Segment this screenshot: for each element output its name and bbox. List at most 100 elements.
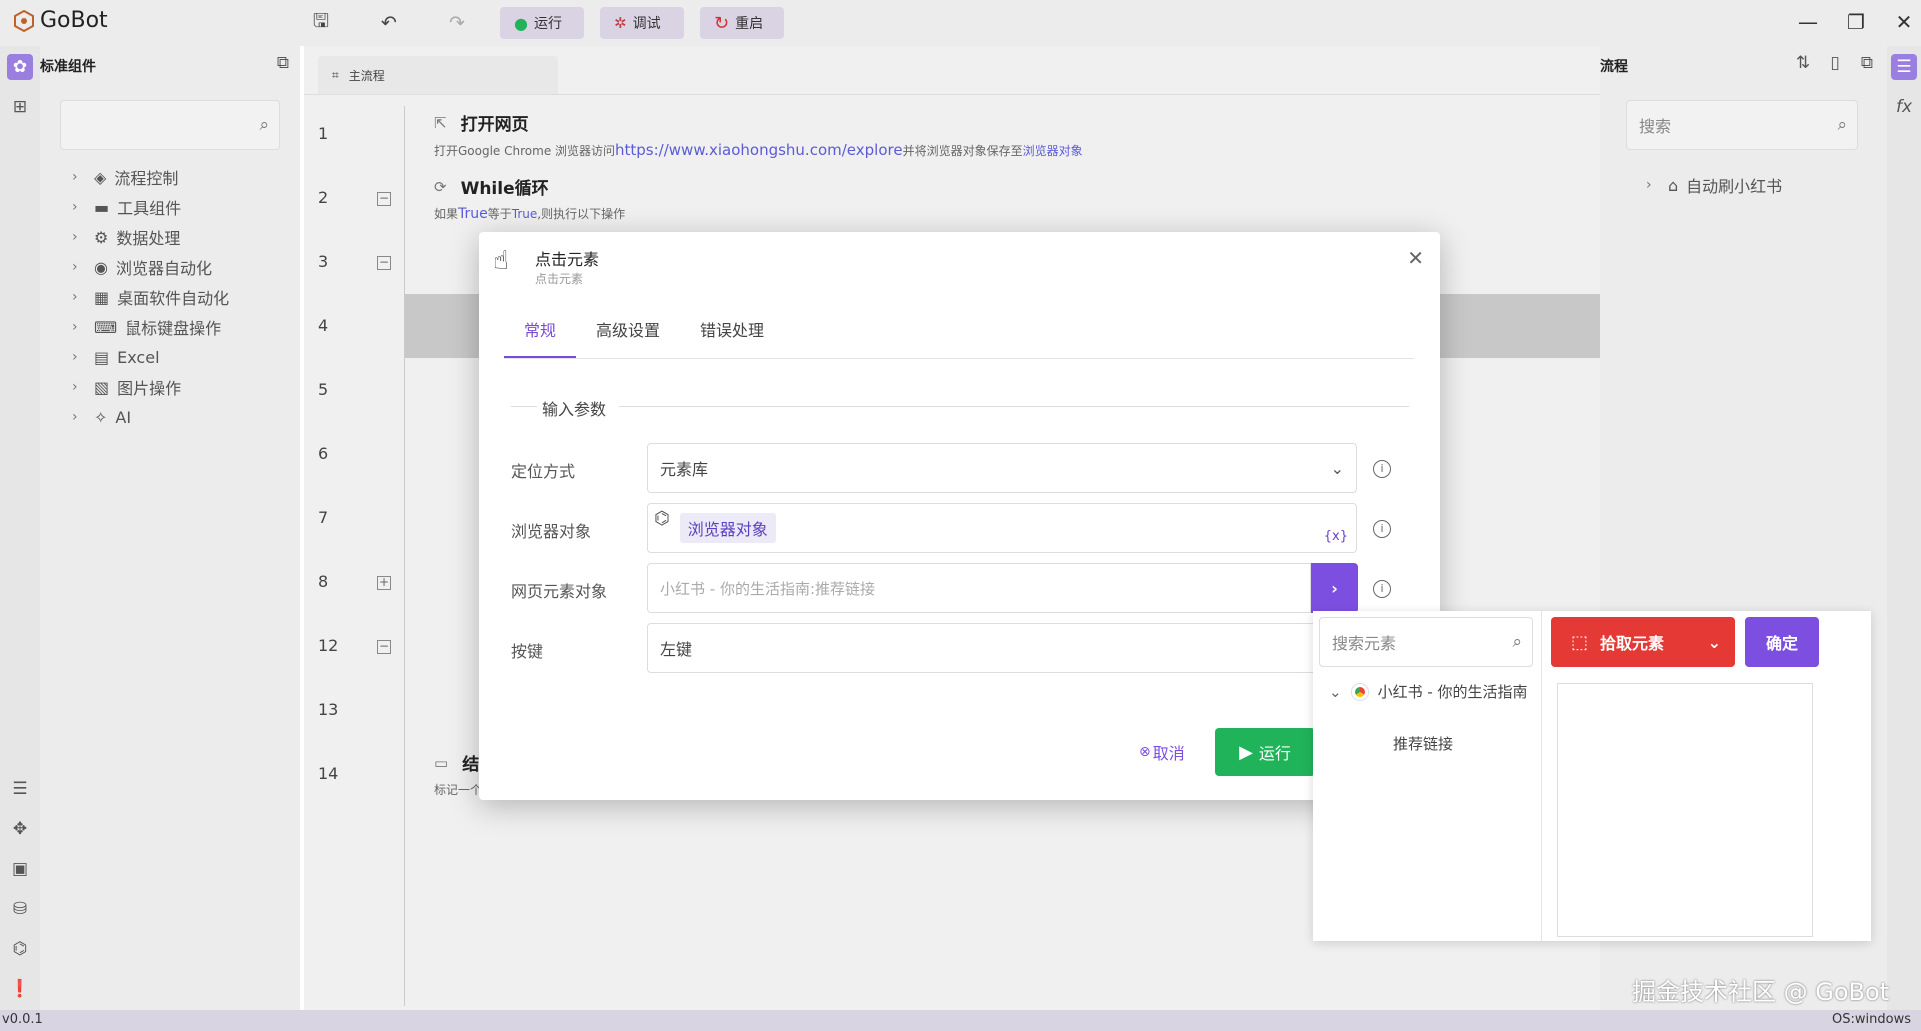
python-icon: ⌬: [654, 508, 670, 529]
flow-search-input[interactable]: 搜索 ⌕: [1626, 100, 1858, 150]
element-search-input[interactable]: 搜索元素 ⌕: [1319, 617, 1533, 667]
popup-divider: [1541, 611, 1542, 941]
tab-general[interactable]: 常规: [524, 317, 556, 357]
status-bar: v0.0.1 OS:windows: [0, 1010, 1921, 1031]
flow-icon: ◈: [94, 167, 107, 187]
pointer-select-icon: ⬚: [1571, 631, 1589, 653]
tree-item-image[interactable]: › ▧ 图片操作: [72, 372, 292, 402]
undo-icon[interactable]: ↶: [376, 10, 402, 36]
info-icon[interactable]: i: [1373, 460, 1391, 478]
log-icon[interactable]: ☰: [7, 776, 33, 802]
chevron-right-icon: ›: [72, 259, 78, 275]
tree-item-ai[interactable]: › ✧ AI: [72, 402, 292, 432]
panel-title: 流程: [1600, 59, 1628, 75]
variable-icon[interactable]: {x}: [1324, 529, 1348, 544]
tabs-divider: [504, 358, 1414, 359]
image-icon[interactable]: ▣: [7, 856, 33, 882]
chevron-right-icon: ›: [72, 199, 78, 215]
os-label: OS:windows: [1832, 1012, 1911, 1027]
home-icon: ⌂: [1668, 175, 1679, 195]
tab-error-handling[interactable]: 错误处理: [700, 317, 764, 357]
locate-method-select[interactable]: 元素库 ⌄: [647, 443, 1357, 493]
function-icon[interactable]: fx: [1891, 94, 1917, 120]
element-picker-popup: 搜索元素 ⌕ ⬚ 拾取元素 ⌄ 确定 ⌄ 小红书 - 你的生活指南 推荐链接: [1313, 611, 1871, 941]
fold-collapse-icon[interactable]: −: [377, 192, 391, 206]
chrome-icon: [1351, 683, 1368, 700]
tree-item-data[interactable]: › ⚙ 数据处理: [72, 222, 292, 252]
left-rail: ✿ ⊞ ☰ ✥ ▣ ⛁ ⌬ ❗: [0, 46, 40, 1010]
tree-item-excel[interactable]: › ▤ Excel: [72, 342, 292, 372]
chevron-right-icon: ›: [72, 379, 78, 395]
variable-chip[interactable]: 浏览器对象: [679, 513, 776, 543]
tree-item-desktop[interactable]: › ▦ 桌面软件自动化: [72, 282, 292, 312]
panel-collapse-icon[interactable]: ⧉: [270, 50, 296, 76]
close-icon[interactable]: ✕: [1407, 246, 1424, 270]
mouse-key-select[interactable]: 左键: [647, 623, 1357, 673]
confirm-button[interactable]: 确定: [1745, 617, 1819, 667]
tab-advanced[interactable]: 高级设置: [596, 317, 660, 357]
compare-icon[interactable]: ⇅: [1790, 50, 1816, 76]
component-search-input[interactable]: ⌕: [60, 100, 280, 150]
alert-icon[interactable]: ❗: [7, 976, 33, 1002]
new-file-icon[interactable]: ▯: [1822, 50, 1848, 76]
dialog-run-button[interactable]: ▶ 运行: [1215, 728, 1315, 776]
components-icon[interactable]: ✿: [7, 54, 33, 80]
tree-item-tools[interactable]: › ▬ 工具组件: [72, 192, 292, 222]
flow-step-while-loop[interactable]: ⟳ While循环 如果True等于True,则执行以下操作: [434, 174, 625, 223]
fold-collapse-icon[interactable]: −: [377, 256, 391, 270]
flow-step-end[interactable]: ▭ 结 标记一个: [434, 750, 482, 798]
redo-icon[interactable]: ↷: [444, 10, 470, 36]
chevron-right-icon: ›: [72, 289, 78, 305]
restore-icon[interactable]: ❐: [1840, 6, 1872, 38]
cancel-button[interactable]: ⊗ 取消: [1139, 740, 1185, 764]
element-tree-root[interactable]: ⌄ 小红书 - 你的生活指南: [1329, 681, 1528, 702]
line-number: 12: [318, 636, 339, 655]
debug-button[interactable]: ✲ 调试: [600, 7, 684, 39]
save-icon[interactable]: 🖫: [308, 10, 334, 36]
close-window-icon[interactable]: ✕: [1888, 6, 1920, 38]
info-icon[interactable]: i: [1373, 580, 1391, 598]
layout-icon[interactable]: ⊞: [7, 94, 33, 120]
info-icon[interactable]: i: [1373, 520, 1391, 538]
minimize-icon[interactable]: —: [1792, 6, 1824, 38]
web-element-input[interactable]: 小红书 - 你的生活指南:推荐链接: [647, 563, 1311, 613]
line-number: 4: [318, 316, 329, 335]
outline-icon[interactable]: ☰: [1891, 54, 1917, 80]
pick-element-button[interactable]: ⬚ 拾取元素 ⌄: [1551, 617, 1735, 667]
fold-collapse-icon[interactable]: −: [377, 640, 391, 654]
loop-icon: ⟳: [434, 177, 447, 196]
tab-divider: [304, 94, 1600, 95]
chevron-right-icon: ›: [72, 349, 78, 365]
plugin-icon[interactable]: ✥: [7, 816, 33, 842]
chevron-right-icon: ›: [1331, 578, 1338, 598]
image-icon: ▧: [94, 377, 110, 397]
url-link[interactable]: https://www.xiaohongshu.com/explore: [615, 141, 903, 159]
line-number: 8: [318, 572, 329, 591]
flow-step-open-webpage[interactable]: ⇱ 打开网页 打开Google Chrome 浏览器访问https://www.…: [434, 110, 1083, 160]
line-number: 14: [318, 764, 339, 783]
panel-collapse-icon[interactable]: ⧉: [1854, 50, 1880, 76]
dialog-title: 点击元素: [535, 250, 600, 269]
tab-main-flow[interactable]: ⌗ 主流程: [318, 56, 558, 94]
app-logo: GoBot: [12, 8, 108, 33]
database-icon[interactable]: ⛁: [7, 896, 33, 922]
chevron-right-icon: ›: [1646, 177, 1652, 193]
watermark: 掘金技术社区 @ GoBot: [1632, 978, 1890, 1006]
line-number: 7: [318, 508, 329, 527]
python-icon[interactable]: ⌬: [7, 936, 33, 962]
ai-icon: ✧: [94, 407, 108, 427]
tree-item-flow-control[interactable]: › ◈ 流程控制: [72, 162, 292, 192]
tree-item-browser[interactable]: › ◉ 浏览器自动化: [72, 252, 292, 282]
fold-expand-icon[interactable]: +: [377, 576, 391, 590]
chevron-right-icon: ›: [72, 169, 78, 185]
browser-object-input[interactable]: ⌬ 浏览器对象 {x}: [647, 503, 1357, 553]
search-icon: ⌕: [1837, 115, 1847, 135]
restart-button[interactable]: ↻ 重启: [700, 7, 784, 39]
section-line: [511, 406, 537, 407]
tree-item-mouse-keyboard[interactable]: › ⌨ 鼠标键盘操作: [72, 312, 292, 342]
element-picker-toggle[interactable]: ›: [1311, 563, 1358, 613]
run-button[interactable]: ● 运行: [500, 7, 584, 39]
flow-tree-item[interactable]: › ⌂ 自动刷小红书: [1646, 170, 1782, 200]
keyboard-icon: ⌨: [94, 317, 118, 337]
element-tree-child[interactable]: 推荐链接: [1393, 733, 1453, 754]
